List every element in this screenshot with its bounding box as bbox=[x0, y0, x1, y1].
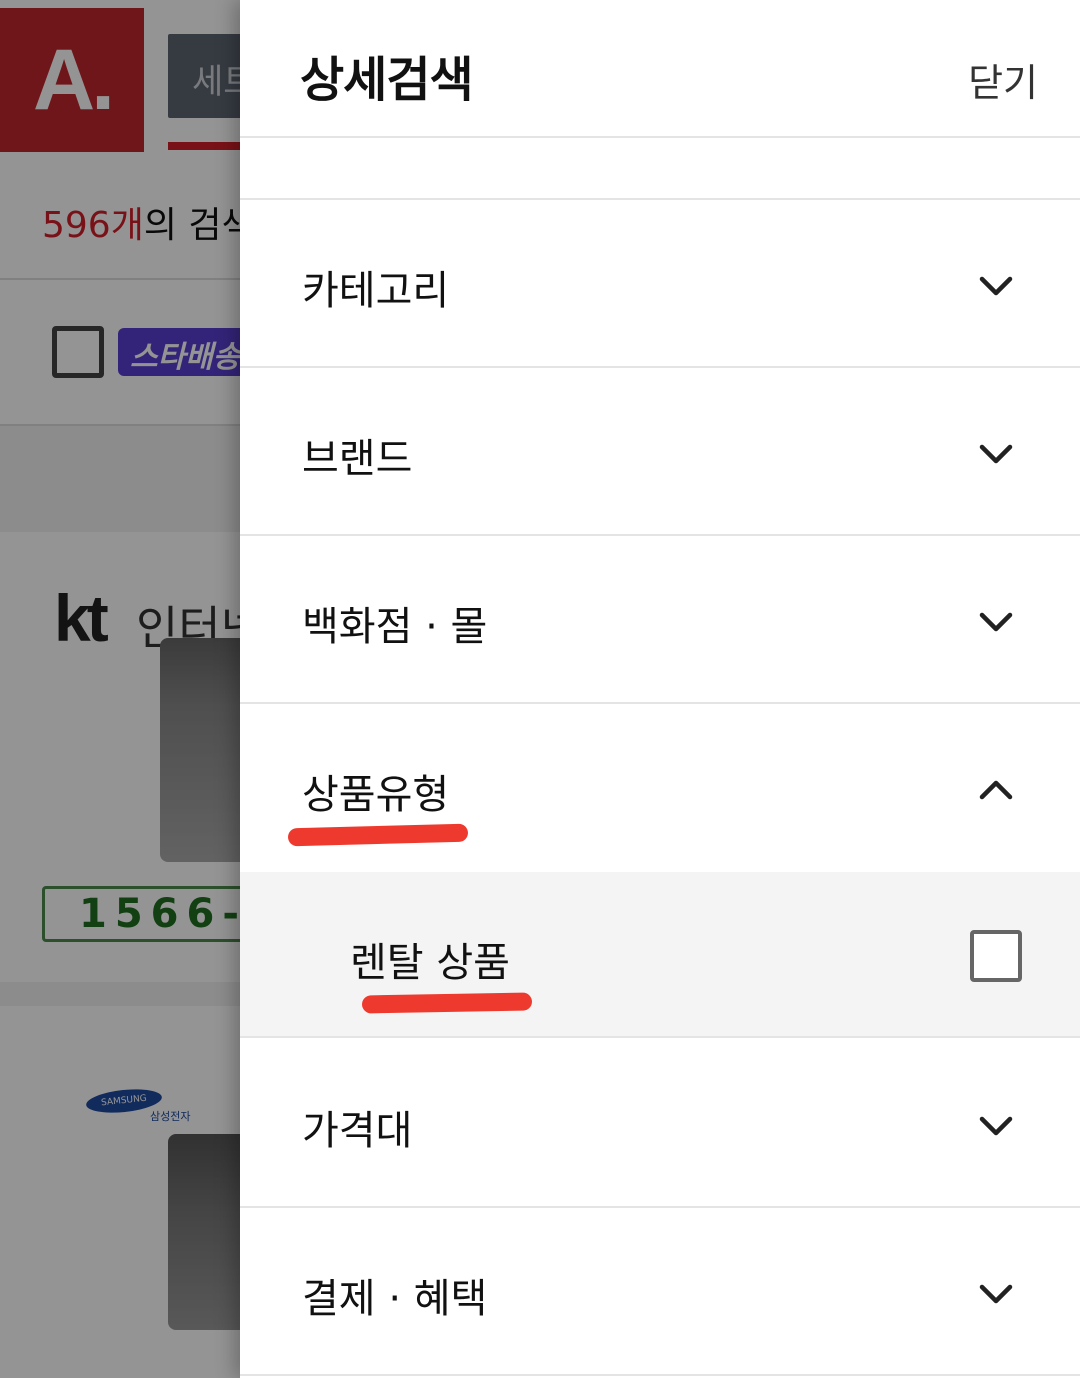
section-department-mall[interactable]: 백화점 · 몰 bbox=[240, 536, 1080, 704]
panel-title: 상세검색 bbox=[300, 52, 474, 108]
panel-spacer bbox=[240, 138, 1080, 200]
section-label: 카테고리 bbox=[302, 268, 450, 314]
chevron-up-icon bbox=[976, 770, 1016, 810]
detail-search-panel: 상세검색 닫기 카테고리 브랜드 백화점 · 몰 상품유형 렌탈 상품 가격대 … bbox=[240, 0, 1080, 1378]
panel-header: 상세검색 닫기 bbox=[240, 0, 1080, 138]
chevron-down-icon bbox=[976, 1274, 1016, 1314]
chevron-down-icon bbox=[976, 1106, 1016, 1146]
option-rental-product[interactable]: 렌탈 상품 bbox=[240, 872, 1080, 1038]
section-label: 가격대 bbox=[302, 1108, 413, 1154]
section-label: 결제 · 혜택 bbox=[302, 1276, 488, 1322]
section-product-type[interactable]: 상품유형 bbox=[240, 704, 1080, 872]
close-button[interactable]: 닫기 bbox=[968, 52, 1038, 107]
section-payment-benefit[interactable]: 결제 · 혜택 bbox=[240, 1208, 1080, 1376]
chevron-down-icon bbox=[976, 602, 1016, 642]
section-label: 백화점 · 몰 bbox=[302, 604, 488, 650]
section-category[interactable]: 카테고리 bbox=[240, 200, 1080, 368]
section-label: 상품유형 bbox=[302, 772, 450, 818]
section-label: 브랜드 bbox=[302, 436, 413, 482]
section-brand[interactable]: 브랜드 bbox=[240, 368, 1080, 536]
chevron-down-icon bbox=[976, 434, 1016, 474]
option-label: 렌탈 상품 bbox=[350, 940, 510, 986]
section-price-range[interactable]: 가격대 bbox=[240, 1040, 1080, 1208]
chevron-down-icon bbox=[976, 266, 1016, 306]
annotation-highlight bbox=[361, 992, 533, 1014]
rental-product-checkbox[interactable] bbox=[970, 930, 1022, 982]
